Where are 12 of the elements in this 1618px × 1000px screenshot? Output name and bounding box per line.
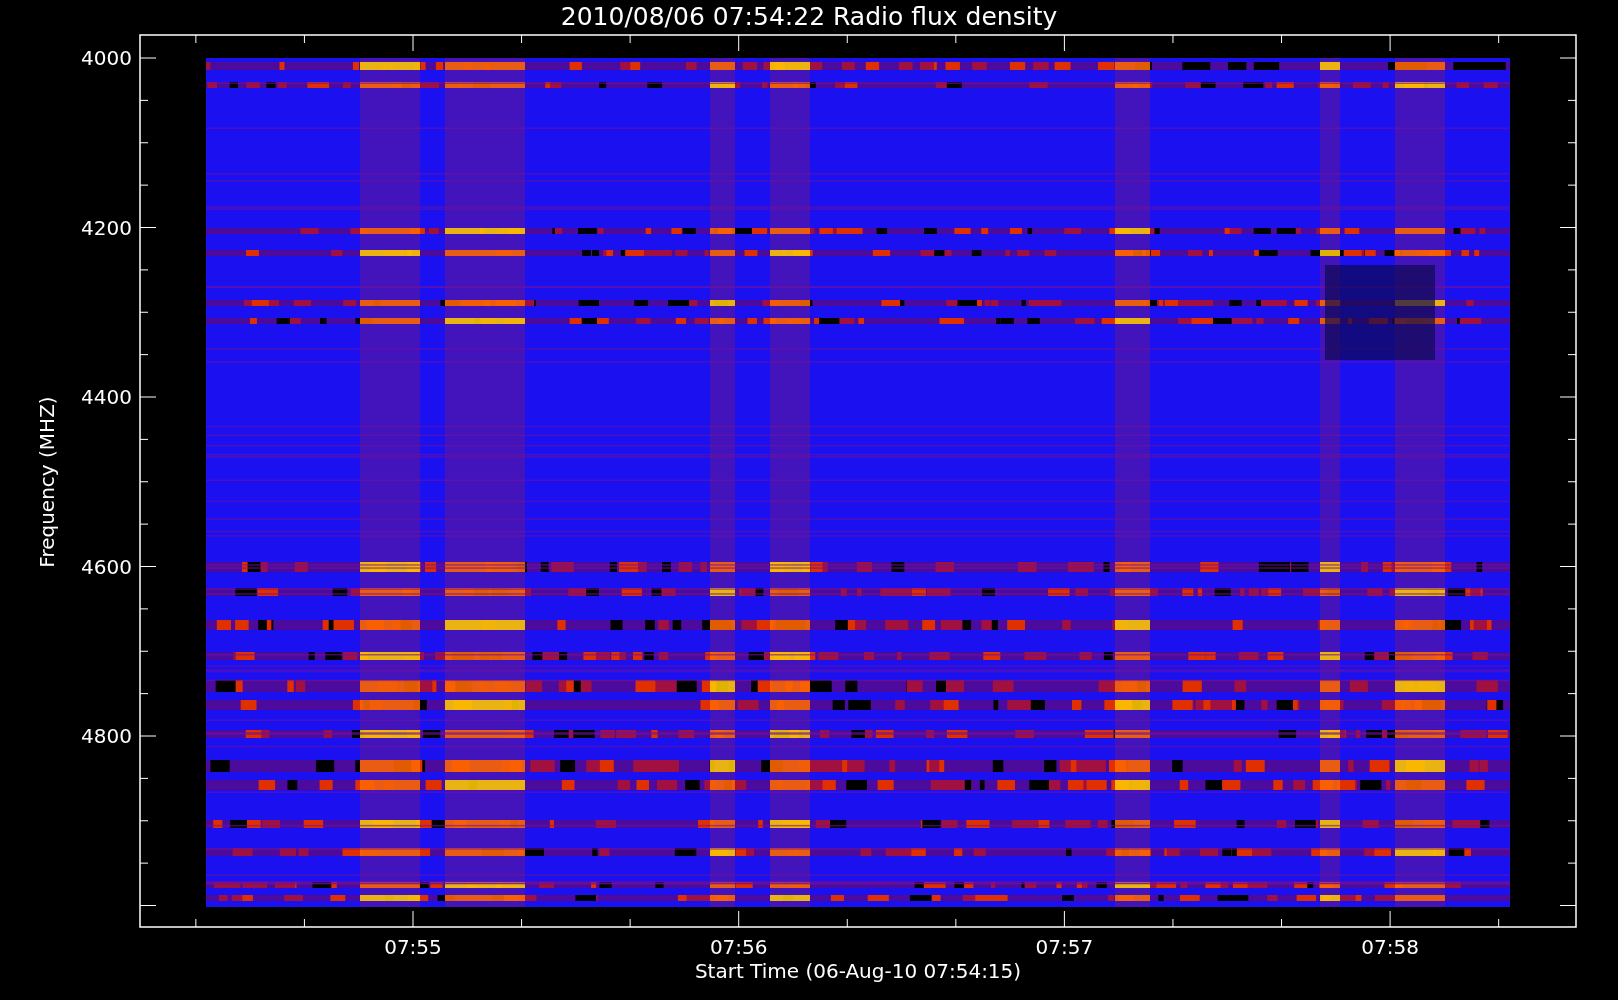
y-tick-label: 4800	[81, 724, 132, 748]
y-tick-label: 4000	[81, 46, 132, 70]
x-axis-label: Start Time (06-Aug-10 07:54:15)	[694, 959, 1022, 983]
y-tick-label: 4200	[81, 215, 132, 240]
y-axis-label: Frequency (MHZ)	[35, 396, 59, 568]
y-tick-label: 4400	[81, 385, 132, 409]
y-tick-label: 4600	[81, 554, 132, 579]
chart-title: 2010/08/06 07:54:22 Radio flux density	[560, 2, 1058, 31]
x-tick-label: 07:56	[709, 935, 768, 959]
x-tick-label: 07:55	[384, 935, 442, 959]
x-tick-label: 07:58	[1361, 935, 1419, 959]
x-tick-label: 07:57	[1035, 935, 1094, 959]
